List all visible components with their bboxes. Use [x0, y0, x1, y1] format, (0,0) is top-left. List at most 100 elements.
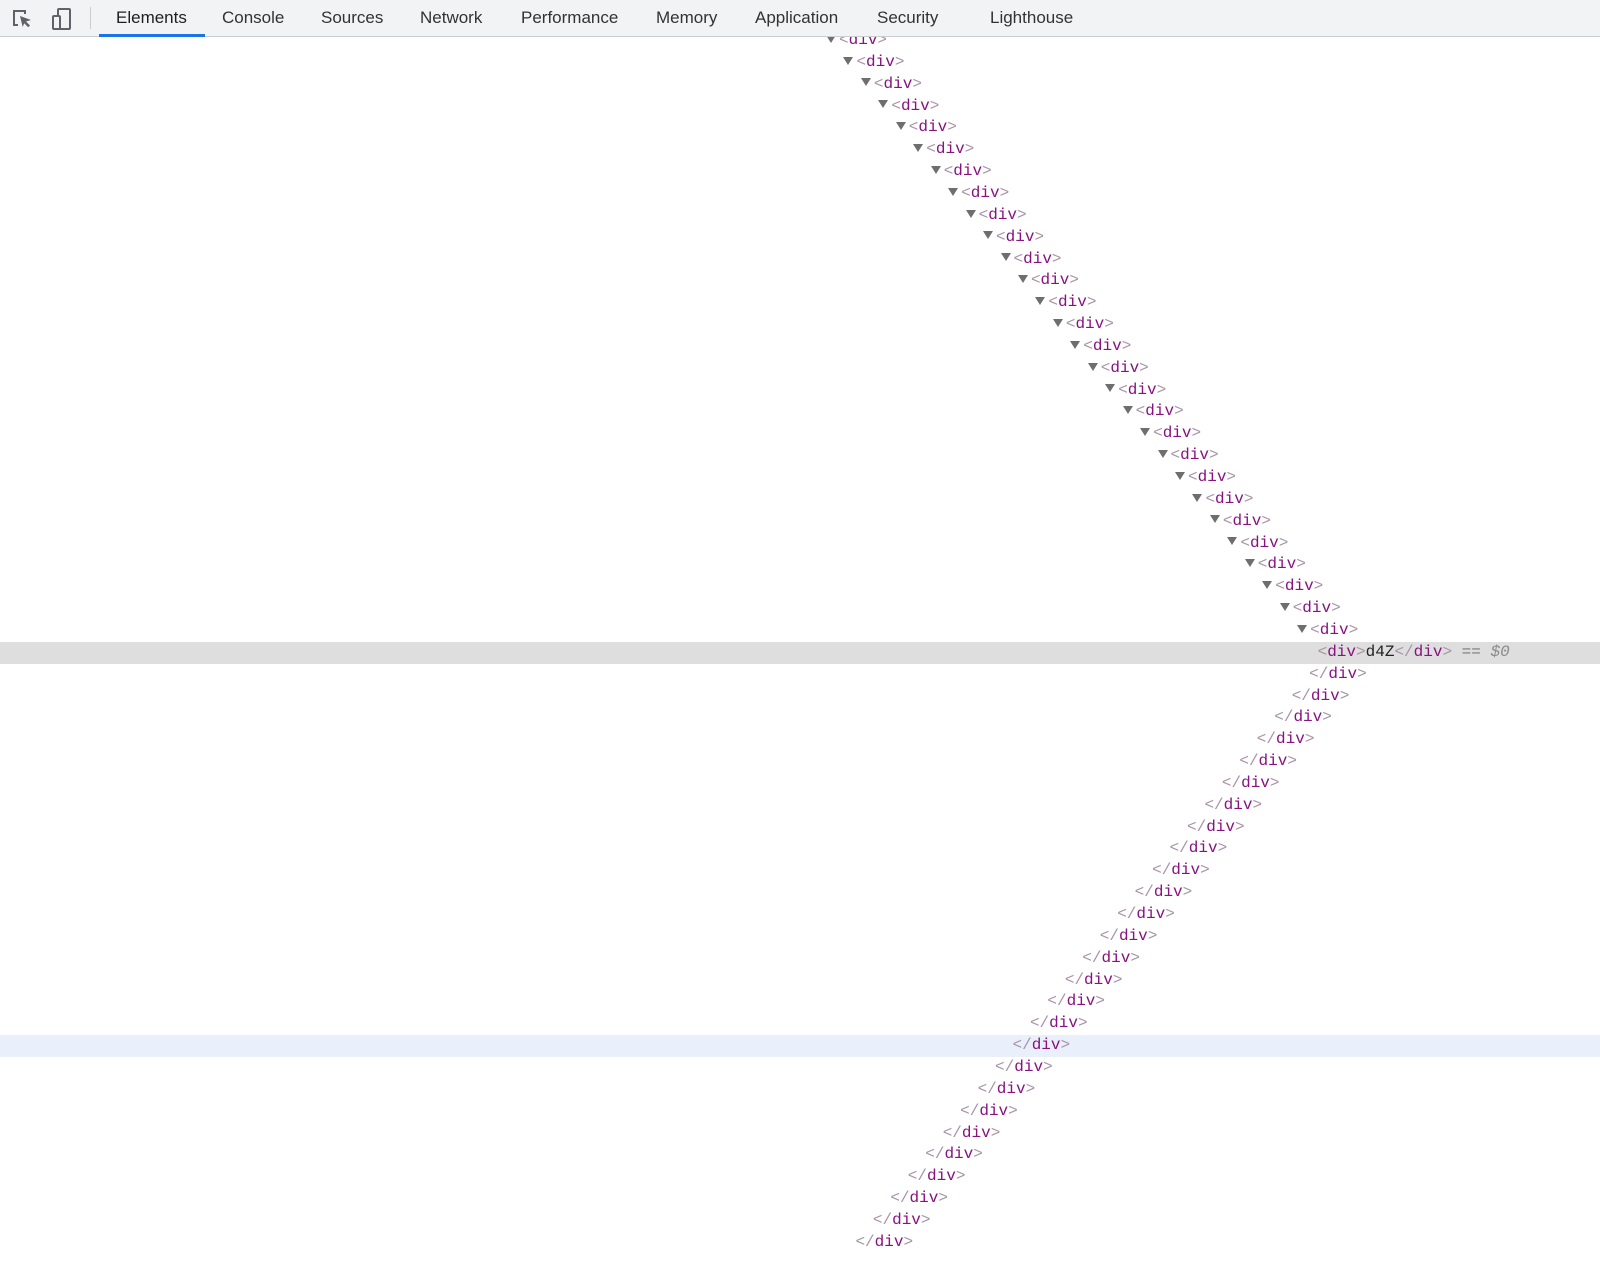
dom-node-close-row[interactable]: </div>	[0, 1057, 1600, 1079]
tab-security[interactable]: Security	[877, 0, 938, 37]
dom-node-open-row[interactable]: <div>	[0, 445, 1600, 467]
expand-triangle-icon[interactable]	[1122, 406, 1133, 415]
expand-triangle-icon[interactable]	[1105, 384, 1116, 393]
expand-triangle-icon[interactable]	[1175, 471, 1185, 480]
device-toolbar-icon[interactable]	[50, 7, 74, 31]
dom-node-close-row[interactable]: </div>	[0, 970, 1600, 992]
expand-triangle-icon[interactable]	[878, 100, 889, 109]
dom-node-close-row[interactable]: </div>	[0, 1035, 1600, 1057]
dom-node-open-row[interactable]: <div>	[0, 467, 1600, 489]
expand-triangle-icon[interactable]	[1070, 340, 1081, 349]
inspect-element-icon[interactable]	[10, 7, 34, 31]
expand-triangle-icon[interactable]	[843, 56, 854, 65]
dom-node-close-row[interactable]: </div>	[0, 926, 1600, 948]
expand-triangle-icon[interactable]	[1087, 362, 1098, 371]
dom-node-selected-row[interactable]: <div>d4Z</div> == $0	[0, 641, 1600, 664]
expand-triangle-icon[interactable]	[1209, 515, 1220, 524]
dom-node-open-row[interactable]: <div>	[0, 554, 1600, 576]
dom-node-close-row[interactable]: </div>	[0, 1013, 1600, 1035]
expand-triangle-icon[interactable]	[1244, 559, 1255, 568]
dom-node-close-row[interactable]: </div>	[0, 795, 1600, 817]
dom-node-open-row[interactable]: <div>	[0, 37, 1600, 52]
expand-triangle-icon[interactable]	[1262, 581, 1273, 590]
expand-triangle-icon[interactable]	[1297, 624, 1308, 633]
dom-node-close-row[interactable]: </div>	[0, 1232, 1600, 1254]
dom-node-open-row[interactable]: <div>	[0, 314, 1600, 336]
dom-node-close-row[interactable]: </div>	[0, 838, 1600, 860]
expand-triangle-icon[interactable]	[1279, 602, 1290, 611]
dom-node-open-row[interactable]: <div>	[0, 270, 1600, 292]
dom-node-close-row[interactable]: </div>	[0, 991, 1600, 1013]
dom-node-close-row[interactable]: </div>	[0, 860, 1600, 882]
expand-triangle-icon[interactable]	[1157, 449, 1168, 458]
tag-bracket: <	[1188, 468, 1198, 486]
dom-node-close-row[interactable]: </div>	[0, 1188, 1600, 1210]
dom-node-open-row[interactable]: <div>	[0, 292, 1600, 314]
dom-node-open-row[interactable]: <div>	[0, 336, 1600, 358]
tab-performance[interactable]: Performance	[521, 0, 618, 37]
expand-triangle-icon[interactable]	[1140, 428, 1151, 437]
dom-node-open-row[interactable]: <div>	[0, 205, 1600, 227]
tab-sources[interactable]: Sources	[321, 0, 383, 37]
expand-triangle-icon[interactable]	[895, 122, 906, 131]
dom-node-open-row[interactable]: <div>	[0, 117, 1600, 139]
dom-node-open-row[interactable]: <div>	[0, 380, 1600, 402]
dom-node-close-row[interactable]: </div>	[0, 1166, 1600, 1188]
expand-triangle-icon[interactable]	[930, 165, 941, 174]
dom-node-open-row[interactable]: <div>	[0, 74, 1600, 96]
tab-console[interactable]: Console	[222, 0, 284, 37]
expand-triangle-icon[interactable]	[983, 231, 994, 240]
dom-node-close-row[interactable]: </div>	[0, 751, 1600, 773]
dom-node-close-row[interactable]: </div>	[0, 1210, 1600, 1232]
expand-triangle-icon[interactable]	[1227, 537, 1238, 546]
expand-triangle-icon[interactable]	[1017, 275, 1028, 284]
dom-node-open-row[interactable]: <div>	[0, 598, 1600, 620]
expand-triangle-icon[interactable]	[826, 37, 836, 43]
tab-lighthouse[interactable]: Lighthouse	[990, 0, 1073, 37]
dom-node-open-row[interactable]: <div>	[0, 249, 1600, 271]
dom-node-open-row[interactable]: <div>	[0, 139, 1600, 161]
dom-node-open-row[interactable]: <div>	[0, 489, 1600, 511]
dom-tree-panel[interactable]: <div> <div> <div> <div> <div> <div> <div> <div>…	[0, 37, 1600, 1275]
dom-node-close-row[interactable]: </div>	[0, 817, 1600, 839]
dom-node-open-row[interactable]: <div>	[0, 52, 1600, 74]
dom-node-open-row[interactable]: <div>	[0, 358, 1600, 380]
dom-node-close-row[interactable]: </div>	[0, 686, 1600, 708]
dom-node-close-row[interactable]: </div>	[0, 664, 1600, 686]
dom-node-open-row[interactable]: <div>	[0, 423, 1600, 445]
dom-node-open-row[interactable]: <div>	[0, 533, 1600, 555]
dom-node-close-row[interactable]: </div>	[0, 1144, 1600, 1166]
expand-triangle-icon[interactable]	[1192, 493, 1203, 502]
dom-node-close-row[interactable]: </div>	[0, 1101, 1600, 1123]
dom-node-open-row[interactable]: <div>	[0, 576, 1600, 598]
expand-triangle-icon[interactable]	[1035, 296, 1046, 305]
dom-node-close-row[interactable]: </div>	[0, 707, 1600, 729]
tag-name: div	[1276, 730, 1305, 749]
tab-memory[interactable]: Memory	[656, 0, 717, 37]
expand-triangle-icon[interactable]	[860, 78, 871, 87]
expand-triangle-icon[interactable]	[1000, 253, 1011, 262]
dom-node-open-row[interactable]: <div>	[0, 227, 1600, 249]
dom-node-close-row[interactable]: </div>	[0, 882, 1600, 904]
dom-node-close-row[interactable]: </div>	[0, 1079, 1600, 1101]
expand-triangle-icon[interactable]	[948, 187, 959, 196]
tab-elements[interactable]: Elements	[116, 0, 187, 37]
dom-node-open-row[interactable]: <div>	[0, 183, 1600, 205]
tag-name: div	[1258, 752, 1288, 771]
dom-node-open-row[interactable]: <div>	[0, 96, 1600, 118]
dom-node-close-row[interactable]: </div>	[0, 1123, 1600, 1145]
expand-triangle-icon[interactable]	[1052, 318, 1063, 327]
dom-node-close-row[interactable]: </div>	[0, 729, 1600, 751]
dom-node-close-row[interactable]: </div>	[0, 948, 1600, 970]
dom-node-open-row[interactable]: <div>	[0, 620, 1600, 642]
tag-bracket: >	[938, 1189, 948, 1208]
dom-node-close-row[interactable]: </div>	[0, 904, 1600, 926]
tab-application[interactable]: Application	[755, 0, 838, 37]
dom-node-open-row[interactable]: <div>	[0, 401, 1600, 423]
dom-node-close-row[interactable]: </div>	[0, 773, 1600, 795]
expand-triangle-icon[interactable]	[913, 144, 924, 153]
dom-node-open-row[interactable]: <div>	[0, 161, 1600, 183]
tab-network[interactable]: Network	[420, 0, 482, 37]
expand-triangle-icon[interactable]	[965, 209, 976, 218]
dom-node-open-row[interactable]: <div>	[0, 511, 1600, 533]
